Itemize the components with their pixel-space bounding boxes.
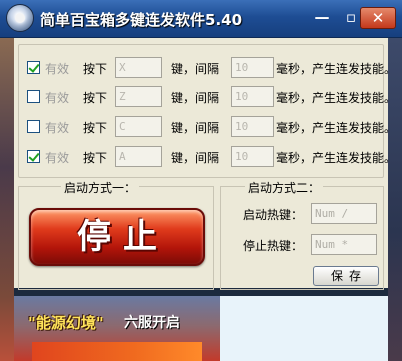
key-input-4[interactable]: A <box>115 146 162 167</box>
background-art-right <box>388 38 402 361</box>
stop-hotkey-label: 停止热键： <box>243 239 304 253</box>
banner-game-name: "能源幻境" <box>28 314 104 332</box>
start-mode-1-legend: 启动方式一： <box>61 179 140 196</box>
key-row-2: 有效 按下 Z 键，间隔 10 毫秒，产生连发技能。 <box>19 86 396 108</box>
press-label-1: 按下 <box>83 62 108 76</box>
key-row-1: 有效 按下 X 键，间隔 10 毫秒，产生连发技能。 <box>19 57 396 79</box>
banner-open-text: 六服开启 <box>124 315 180 331</box>
stop-button[interactable]: 停止 <box>29 208 205 266</box>
enabled-checkbox-4[interactable] <box>27 150 40 163</box>
desc-label-2: 毫秒，产生连发技能。 <box>276 91 397 105</box>
key-input-1[interactable]: X <box>115 57 162 78</box>
key-input-2[interactable]: Z <box>115 86 162 107</box>
interval-input-1[interactable]: 10 <box>231 57 274 78</box>
desc-label-3: 毫秒，产生连发技能。 <box>276 121 397 135</box>
interval-label-4: 键，间隔 <box>171 151 220 165</box>
minimize-button[interactable]: — <box>310 7 334 29</box>
key-input-3[interactable]: C <box>115 116 162 137</box>
enabled-label-2: 有效 <box>45 91 70 105</box>
main-panel: 有效 按下 X 键，间隔 10 毫秒，产生连发技能。 有效 按下 Z 键，间隔 … <box>14 38 396 290</box>
start-mode-2-legend: 启动方式二： <box>245 179 324 196</box>
interval-input-3[interactable]: 10 <box>231 116 274 137</box>
interval-input-2[interactable]: 10 <box>231 86 274 107</box>
key-row-3: 有效 按下 C 键，间隔 10 毫秒，产生连发技能。 <box>19 116 396 138</box>
start-hotkey-input[interactable]: Num / <box>311 203 377 224</box>
desc-label-1: 毫秒，产生连发技能。 <box>276 62 397 76</box>
title-bar[interactable]: 简单百宝箱多键连发软件5.40 — ▫ ✕ <box>0 0 402 38</box>
enabled-checkbox-2[interactable] <box>27 90 40 103</box>
press-label-2: 按下 <box>83 91 108 105</box>
start-mode-1-group: 启动方式一： 停止 <box>18 179 214 290</box>
interval-label-2: 键，间隔 <box>171 91 220 105</box>
banner-logo-strip <box>32 342 202 361</box>
interval-input-4[interactable]: 10 <box>231 146 274 167</box>
press-label-3: 按下 <box>83 121 108 135</box>
start-mode-2-group: 启动方式二： 启动热键： Num / 停止热键： Num * 保存 <box>220 179 384 290</box>
app-icon <box>6 4 34 32</box>
enabled-label-4: 有效 <box>45 151 70 165</box>
key-config-group: 有效 按下 X 键，间隔 10 毫秒，产生连发技能。 有效 按下 Z 键，间隔 … <box>18 44 396 178</box>
enabled-checkbox-3[interactable] <box>27 120 40 133</box>
save-button[interactable]: 保存 <box>313 266 379 286</box>
ad-banner[interactable]: "能源幻境" 六服开启 <box>14 296 388 361</box>
window-title: 简单百宝箱多键连发软件5.40 <box>40 11 243 29</box>
interval-label-1: 键，间隔 <box>171 62 220 76</box>
desc-label-4: 毫秒，产生连发技能。 <box>276 151 397 165</box>
key-row-4: 有效 按下 A 键，间隔 10 毫秒，产生连发技能。 <box>19 146 396 168</box>
start-hotkey-label: 启动热键： <box>243 208 304 222</box>
stop-hotkey-input[interactable]: Num * <box>311 234 377 255</box>
press-label-4: 按下 <box>83 151 108 165</box>
enabled-checkbox-1[interactable] <box>27 61 40 74</box>
enabled-label-1: 有效 <box>45 62 70 76</box>
interval-label-3: 键，间隔 <box>171 121 220 135</box>
background-art-left <box>0 38 14 361</box>
enabled-label-3: 有效 <box>45 121 70 135</box>
close-button[interactable]: ✕ <box>360 7 396 29</box>
